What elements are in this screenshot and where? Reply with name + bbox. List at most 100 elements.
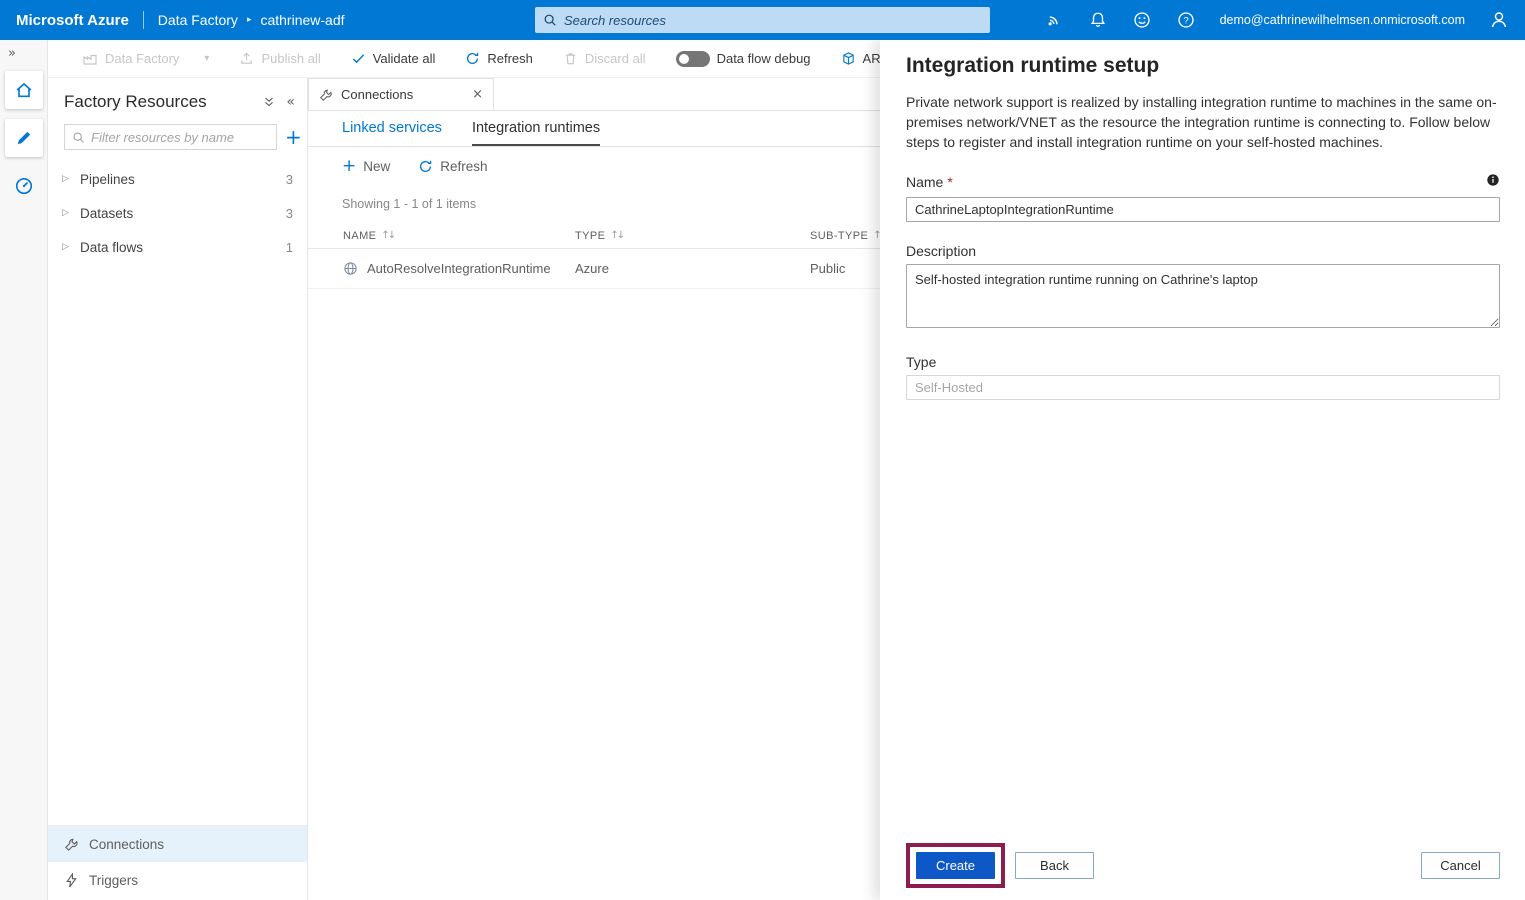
type-label: Type — [906, 353, 937, 370]
data-flow-debug-toggle[interactable] — [675, 50, 710, 67]
expand-rail-icon[interactable]: » — [0, 46, 16, 61]
tree-count: 3 — [285, 171, 293, 187]
home-icon — [16, 82, 31, 98]
sidebar-item-triggers[interactable]: Triggers — [48, 862, 307, 898]
validate-all-button[interactable]: Validate all — [351, 51, 436, 66]
chevron-right-icon[interactable]: ▷ — [62, 242, 80, 252]
add-resource-button[interactable]: + — [285, 127, 302, 147]
chevron-down-icon: ▾ — [204, 53, 210, 64]
arm-template-icon — [842, 52, 854, 65]
sort-icons[interactable]: ↑↓ — [610, 230, 625, 241]
refresh-icon — [467, 52, 479, 64]
azure-data-factory-app: Microsoft Azure Data Factory ▸ cathrinew… — [0, 0, 1525, 900]
sidebar-item-connections[interactable]: Connections — [48, 826, 307, 862]
search-icon — [73, 131, 84, 143]
discard-all-button[interactable]: Discard all — [563, 51, 646, 66]
tab-connections[interactable]: Connections × — [308, 78, 494, 110]
plus-icon: + — [342, 155, 357, 176]
column-header-type[interactable]: TYPE ↑↓ — [575, 230, 810, 242]
panel-description-text: Private network support is realized by i… — [906, 94, 1497, 150]
collapse-panel-icon[interactable]: « — [286, 94, 295, 110]
publish-icon — [241, 52, 253, 64]
tab-label: Connections — [341, 87, 414, 102]
chevron-right-icon[interactable]: ▷ — [62, 174, 80, 184]
rail-item-monitor[interactable] — [5, 167, 43, 205]
publish-all-label: Publish all — [261, 51, 321, 66]
tree-item-pipelines[interactable]: ▷ Pipelines 3 — [48, 162, 307, 196]
lightning-icon — [66, 872, 77, 887]
top-bar: Microsoft Azure Data Factory ▸ cathrinew… — [0, 0, 1525, 40]
broadcast-icon[interactable] — [1044, 10, 1064, 30]
connections-label: Connections — [89, 836, 165, 852]
cancel-button[interactable]: Cancel — [1421, 852, 1500, 879]
help-icon[interactable]: ? — [1176, 10, 1196, 30]
back-button[interactable]: Back — [1015, 852, 1094, 879]
pencil-icon — [17, 131, 30, 145]
breadcrumb-app[interactable]: Data Factory — [158, 12, 238, 28]
tree-label: Pipelines — [80, 171, 135, 187]
svg-text:?: ? — [1183, 15, 1188, 26]
tree-label: Datasets — [80, 205, 134, 221]
required-indicator: * — [947, 174, 953, 191]
new-label: New — [363, 158, 391, 174]
subtab-integration-runtimes[interactable]: Integration runtimes — [471, 111, 601, 146]
topbar-right: ? demo@cathrinewilhelmsen.onmicrosoft.co… — [1044, 10, 1509, 30]
account-email[interactable]: demo@cathrinewilhelmsen.onmicrosoft.com — [1220, 13, 1465, 27]
data-factory-label: Data Factory — [105, 51, 180, 66]
data-factory-menu[interactable]: Data Factory ▾ — [82, 51, 209, 67]
factory-resources-panel: Factory Resources « + ▷ Pipelines 3 — [48, 78, 308, 900]
smiley-icon[interactable] — [1132, 10, 1152, 30]
filter-row: + — [48, 116, 307, 150]
trash-icon — [565, 53, 576, 65]
integration-runtime-setup-panel: Integration runtime setup Private networ… — [880, 40, 1525, 900]
rail-item-author[interactable] — [4, 119, 43, 157]
wrench-icon — [320, 89, 332, 101]
filter-resources-input[interactable] — [91, 129, 269, 145]
new-runtime-button[interactable]: + New — [342, 155, 391, 176]
tree-count: 3 — [285, 205, 293, 221]
refresh-button[interactable]: Refresh — [465, 51, 533, 66]
tree-count: 1 — [285, 239, 293, 255]
tree-label: Data flows — [80, 239, 144, 255]
check-icon — [352, 54, 364, 64]
description-label: Description — [906, 242, 977, 259]
panel-title: Integration runtime setup — [906, 54, 1160, 77]
factory-icon — [83, 54, 97, 65]
sort-icons[interactable]: ↑↓ — [381, 230, 396, 241]
column-header-name[interactable]: NAME ↑↓ — [343, 230, 575, 242]
tree-item-data-flows[interactable]: ▷ Data flows 1 — [48, 230, 307, 264]
data-flow-debug-label: Data flow debug — [716, 51, 811, 66]
runtime-name-cell[interactable]: AutoResolveIntegrationRuntime — [343, 261, 575, 276]
filter-resources-field[interactable] — [64, 124, 277, 150]
left-rail: » — [0, 40, 48, 900]
runtime-name-input[interactable] — [906, 196, 1500, 222]
triggers-label: Triggers — [89, 872, 139, 888]
rail-item-home[interactable] — [4, 71, 43, 109]
refresh-list-label: Refresh — [440, 158, 488, 174]
chevron-right-icon[interactable]: ▷ — [62, 208, 80, 218]
info-icon[interactable] — [1486, 173, 1500, 192]
close-tab-icon[interactable]: × — [472, 87, 483, 102]
search-input[interactable] — [564, 12, 982, 28]
subtab-linked-services[interactable]: Linked services — [342, 111, 442, 146]
type-label-row: Type — [906, 354, 1500, 370]
name-label-row: Name * — [906, 173, 1500, 192]
publish-all-button[interactable]: Publish all — [239, 51, 321, 66]
annotation-highlight-box: Create — [906, 843, 1005, 888]
breadcrumb-caret-icon: ▸ — [246, 15, 252, 25]
global-search[interactable] — [535, 7, 990, 33]
validate-all-label: Validate all — [372, 51, 436, 66]
refresh-list-button[interactable]: Refresh — [418, 158, 488, 174]
factory-resources-title: Factory Resources — [64, 92, 207, 111]
bell-icon[interactable] — [1088, 10, 1108, 30]
data-flow-debug-group: Data flow debug — [675, 50, 811, 67]
breadcrumb-resource[interactable]: cathrinew-adf — [260, 12, 344, 28]
gauge-icon — [15, 177, 32, 195]
tree-item-datasets[interactable]: ▷ Datasets 3 — [48, 196, 307, 230]
runtime-description-textarea[interactable]: Self-hosted integration runtime running … — [906, 263, 1500, 328]
name-label: Name — [906, 174, 944, 191]
azure-brand[interactable]: Microsoft Azure — [16, 12, 129, 29]
double-chevron-down-icon[interactable] — [262, 95, 276, 109]
create-button[interactable]: Create — [916, 852, 995, 879]
person-icon[interactable] — [1489, 10, 1509, 30]
